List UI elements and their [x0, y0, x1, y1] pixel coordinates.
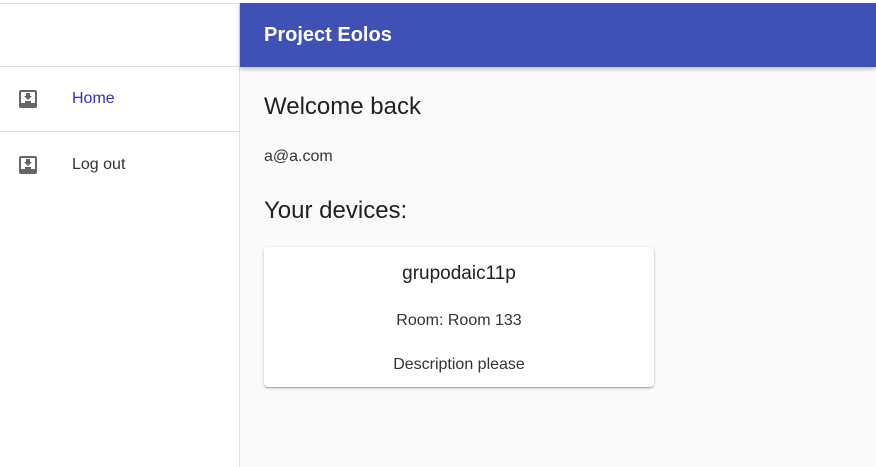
sidebar-item-label: Home	[72, 90, 115, 107]
main-content: Welcome back a@a.com Your devices: grupo…	[240, 67, 876, 467]
device-room: Room: Room 133	[396, 312, 522, 329]
inbox-download-icon	[19, 155, 37, 174]
sidebar-header-spacer	[0, 3, 239, 67]
sidebar-item-label: Log out	[72, 155, 126, 173]
sidebar-item-home[interactable]: Home	[0, 67, 239, 132]
app-title: Project Eolos	[264, 24, 392, 46]
sidebar-item-logout[interactable]: Log out	[0, 132, 239, 197]
app-bar: Project Eolos	[240, 3, 876, 67]
welcome-heading: Welcome back	[264, 93, 421, 120]
sidebar: Home Log out	[0, 3, 240, 467]
app-root: Home Log out Project Eolos Welcome back …	[0, 0, 876, 467]
device-description: Description please	[393, 356, 525, 373]
inbox-download-icon	[19, 90, 37, 108]
device-name: grupodaic11p	[402, 263, 516, 284]
user-email: a@a.com	[264, 148, 333, 165]
device-card[interactable]: grupodaic11p Room: Room 133 Description …	[264, 247, 654, 387]
devices-heading: Your devices:	[264, 197, 408, 224]
